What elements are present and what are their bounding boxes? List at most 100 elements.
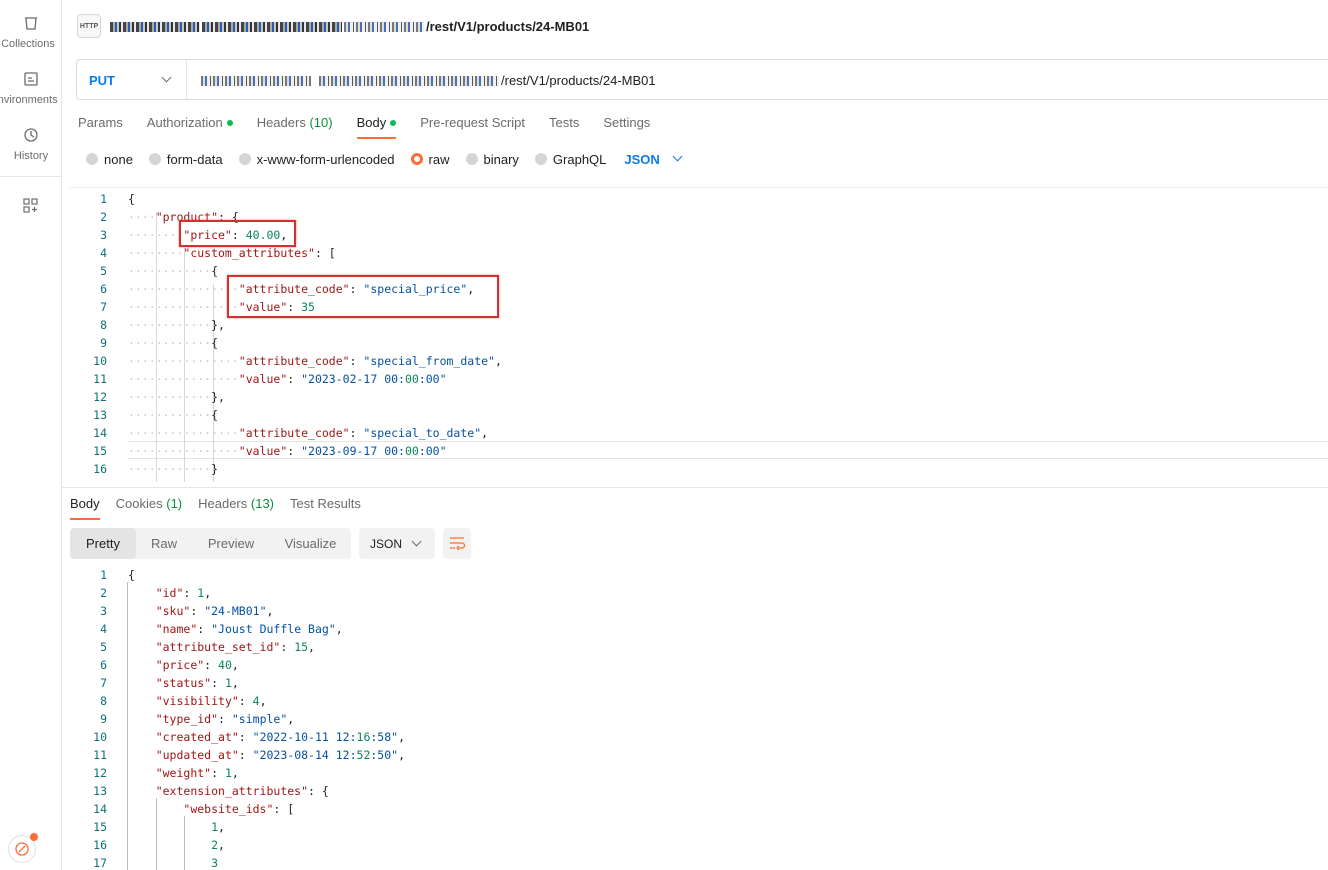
body-type-binary[interactable]: binary xyxy=(465,152,519,167)
line-text: "weight": 1, xyxy=(155,766,239,780)
tab-label: Authorization xyxy=(146,115,223,130)
view-label: Preview xyxy=(207,536,255,551)
wrap-lines-button[interactable] xyxy=(443,528,471,559)
tab-settings[interactable]: Settings xyxy=(603,115,650,139)
code-line: 11 "updated_at": "2023-08-14 12:52:50", xyxy=(70,746,1328,764)
body-type-none[interactable]: none xyxy=(86,152,133,167)
tab-label: Body xyxy=(70,496,100,511)
sidebar-item-label: Environments xyxy=(0,94,58,106)
code-line: 10 "created_at": "2022-10-11 12:16:58", xyxy=(70,728,1328,746)
code-line: 11 ················"value": "2023-02-17 0… xyxy=(70,370,1328,388)
line-text: ················"attribute_code": "speci… xyxy=(128,426,489,440)
tab-label: Headers xyxy=(256,115,306,130)
line-number: 3 xyxy=(100,604,107,618)
line-number: 10 xyxy=(93,730,107,744)
body-type-urlencoded[interactable]: x-www-form-urlencoded xyxy=(238,151,395,167)
response-tab-cookies[interactable]: Cookies (1) xyxy=(116,496,182,520)
radio-label: x-www-form-urlencoded xyxy=(256,151,395,167)
body-type-raw[interactable]: raw xyxy=(410,152,450,167)
response-tab-test-results[interactable]: Test Results xyxy=(290,496,361,520)
url-bar: PUT /rest/V1/products/24-MB01 xyxy=(76,59,1328,100)
sidebar-item-add-workspace[interactable] xyxy=(0,197,62,215)
sidebar-item-label: Collections xyxy=(1,38,55,50)
language-select[interactable]: JSON xyxy=(624,151,683,167)
line-number: 3 xyxy=(100,228,107,242)
line-number: 6 xyxy=(100,282,107,296)
view-raw[interactable]: Raw xyxy=(136,528,192,559)
body-type-graphql[interactable]: GraphQL xyxy=(534,152,606,167)
code-line: 15 1, xyxy=(70,818,1328,836)
url-input[interactable]: /rest/V1/products/24-MB01 xyxy=(201,73,656,88)
code-line: 16 ············} xyxy=(70,460,1328,478)
redacted-host xyxy=(344,21,424,32)
line-number: 15 xyxy=(93,820,107,834)
line-text: "id": 1, xyxy=(155,586,212,600)
line-text: "attribute_set_id": 15, xyxy=(155,640,315,654)
add-workspace-icon xyxy=(23,198,38,213)
line-text: ················"value": "2023-09-17 00:… xyxy=(128,444,447,458)
sidebar-item-label: History xyxy=(13,150,49,162)
tab-label: Cookies xyxy=(115,496,163,511)
line-text: "visibility": 4, xyxy=(155,694,267,708)
body-type-options: none form-data x-www-form-urlencoded raw… xyxy=(86,151,696,167)
editor-divider xyxy=(62,487,1328,488)
tab-pre-request-script[interactable]: Pre-request Script xyxy=(420,115,525,139)
environments-icon xyxy=(24,72,38,86)
annotation-highlight-price xyxy=(179,220,296,247)
runner-button[interactable] xyxy=(8,833,38,863)
history-icon xyxy=(24,128,38,142)
redacted-host xyxy=(319,75,499,86)
line-text: { xyxy=(128,568,135,582)
line-text: "type_id": "simple", xyxy=(155,712,295,726)
response-view-switcher: Pretty Raw Preview Visualize xyxy=(70,528,351,559)
response-tab-body[interactable]: Body xyxy=(70,496,100,520)
line-text: ············}, xyxy=(128,318,225,332)
sidebar-item-history[interactable]: History xyxy=(0,126,62,162)
tab-count: (10) xyxy=(309,115,333,130)
request-title-path: /rest/V1/products/24-MB01 xyxy=(426,19,590,34)
radio-selected-icon xyxy=(410,153,423,165)
line-number: 11 xyxy=(93,372,107,386)
request-title[interactable]: /rest/V1/products/24-MB01 xyxy=(110,19,589,34)
line-text: { xyxy=(128,192,135,206)
line-number: 4 xyxy=(100,622,107,636)
method-select[interactable]: PUT xyxy=(77,60,187,99)
tab-params[interactable]: Params xyxy=(78,115,123,139)
code-line: 10 ················"attribute_code": "spe… xyxy=(70,352,1328,370)
request-tabs: Params Authorization Headers (10) Body P… xyxy=(78,115,674,141)
response-body-viewer[interactable]: 1{2 "id": 1, 3 "sku": "24-MB01", 4 "name":… xyxy=(70,564,1328,870)
line-number: 2 xyxy=(100,586,107,600)
line-number: 1 xyxy=(100,568,107,582)
line-text: ············}, xyxy=(128,390,225,404)
tab-body[interactable]: Body xyxy=(356,115,397,139)
line-text: "extension_attributes": { xyxy=(155,784,329,798)
view-label: Raw xyxy=(150,536,177,551)
url-path: /rest/V1/products/24-MB01 xyxy=(501,73,656,88)
sidebar-item-collections[interactable]: Collections xyxy=(0,14,62,50)
tab-headers[interactable]: Headers (10) xyxy=(257,115,333,139)
view-preview[interactable]: Preview xyxy=(192,528,270,559)
view-visualize[interactable]: Visualize xyxy=(270,528,351,559)
response-tabs: Body Cookies (1) Headers (13) Test Resul… xyxy=(70,496,377,520)
status-dot xyxy=(390,119,397,126)
code-line: 5 "attribute_set_id": 15, xyxy=(70,638,1328,656)
view-pretty[interactable]: Pretty xyxy=(70,528,136,559)
line-text: ············{ xyxy=(128,336,219,350)
code-line: 8 ············}, xyxy=(70,316,1328,334)
request-header: HTTP /rest/V1/products/24-MB01 xyxy=(62,0,1328,54)
response-tab-headers[interactable]: Headers (13) xyxy=(198,496,274,520)
line-text: "created_at": "2022-10-11 12:16:58", xyxy=(155,730,406,744)
radio-icon xyxy=(148,153,161,165)
tab-tests[interactable]: Tests xyxy=(549,115,579,139)
body-type-form-data[interactable]: form-data xyxy=(148,152,223,167)
line-number: 5 xyxy=(100,264,107,278)
sidebar-item-environments[interactable]: Environments xyxy=(0,70,62,106)
status-dot xyxy=(226,119,233,126)
tab-authorization[interactable]: Authorization xyxy=(147,115,233,139)
line-text: "price": 40, xyxy=(155,658,239,672)
tab-label: Headers xyxy=(198,496,248,511)
line-number: 14 xyxy=(93,802,107,816)
code-line: 15 ················"value": "2023-09-17 0… xyxy=(70,442,1328,460)
line-number: 9 xyxy=(100,336,107,350)
response-format-select[interactable]: JSON xyxy=(359,528,435,559)
